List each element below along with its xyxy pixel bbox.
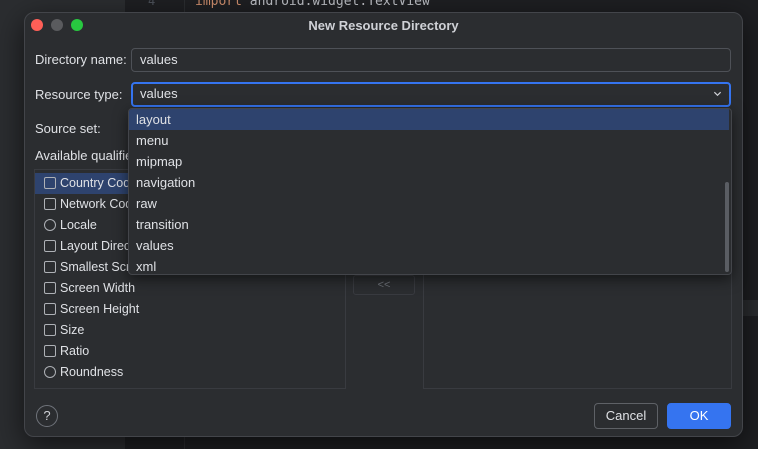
help-button[interactable]: ? bbox=[36, 405, 58, 427]
globe-icon bbox=[44, 219, 56, 231]
qualifier-item-size[interactable]: Size bbox=[35, 320, 345, 341]
dropdown-option-mipmap[interactable]: mipmap bbox=[129, 151, 729, 172]
network-code-icon bbox=[44, 198, 56, 210]
ratio-icon bbox=[44, 345, 56, 357]
roundness-icon bbox=[44, 366, 56, 378]
dropdown-option-navigation[interactable]: navigation bbox=[129, 172, 729, 193]
ok-button[interactable]: OK bbox=[667, 403, 731, 429]
dropdown-option-raw[interactable]: raw bbox=[129, 193, 729, 214]
cancel-button[interactable]: Cancel bbox=[594, 403, 658, 429]
country-code-icon bbox=[44, 177, 56, 189]
resource-type-select[interactable]: values bbox=[131, 82, 731, 107]
screen-width-icon bbox=[44, 282, 56, 294]
code-keyword: import bbox=[195, 0, 242, 9]
dropdown-scrollbar[interactable] bbox=[725, 182, 729, 272]
code-text: android.widget.TextView bbox=[241, 0, 430, 9]
directory-name-input[interactable]: values bbox=[131, 48, 731, 72]
available-qualifiers-label: Available qualifier bbox=[35, 148, 137, 163]
chevron-down-icon bbox=[713, 91, 722, 97]
smallest-screen-icon bbox=[44, 261, 56, 273]
screen-height-icon bbox=[44, 303, 56, 315]
dropdown-option-layout[interactable]: layout bbox=[129, 109, 729, 130]
code-line[interactable]: import android.widget.TextView bbox=[195, 0, 430, 9]
size-icon bbox=[44, 324, 56, 336]
dialog-title: New Resource Directory bbox=[308, 18, 459, 33]
resource-type-label: Resource type: bbox=[35, 87, 123, 102]
resource-type-value: values bbox=[140, 86, 178, 101]
resource-type-dropdown[interactable]: layout menu mipmap navigation raw transi… bbox=[128, 108, 732, 275]
dropdown-option-values[interactable]: values bbox=[129, 235, 729, 256]
source-set-label: Source set: bbox=[35, 121, 101, 136]
layout-direction-icon bbox=[44, 240, 56, 252]
title-bar: New Resource Directory bbox=[25, 13, 742, 37]
qualifier-item-roundness[interactable]: Roundness bbox=[35, 362, 345, 383]
directory-name-label: Directory name: bbox=[35, 52, 127, 67]
remove-qualifier-button[interactable]: << bbox=[353, 275, 415, 295]
editor-right-strip bbox=[743, 0, 758, 449]
dropdown-option-xml[interactable]: xml bbox=[129, 256, 729, 274]
qualifier-item-ratio[interactable]: Ratio bbox=[35, 341, 345, 362]
dropdown-option-menu[interactable]: menu bbox=[129, 130, 729, 151]
scroll-marker bbox=[743, 300, 758, 316]
qualifier-item-screen-width[interactable]: Screen Width bbox=[35, 278, 345, 299]
line-number: 4 bbox=[148, 0, 156, 8]
qualifier-item-screen-height[interactable]: Screen Height bbox=[35, 299, 345, 320]
dropdown-option-transition[interactable]: transition bbox=[129, 214, 729, 235]
